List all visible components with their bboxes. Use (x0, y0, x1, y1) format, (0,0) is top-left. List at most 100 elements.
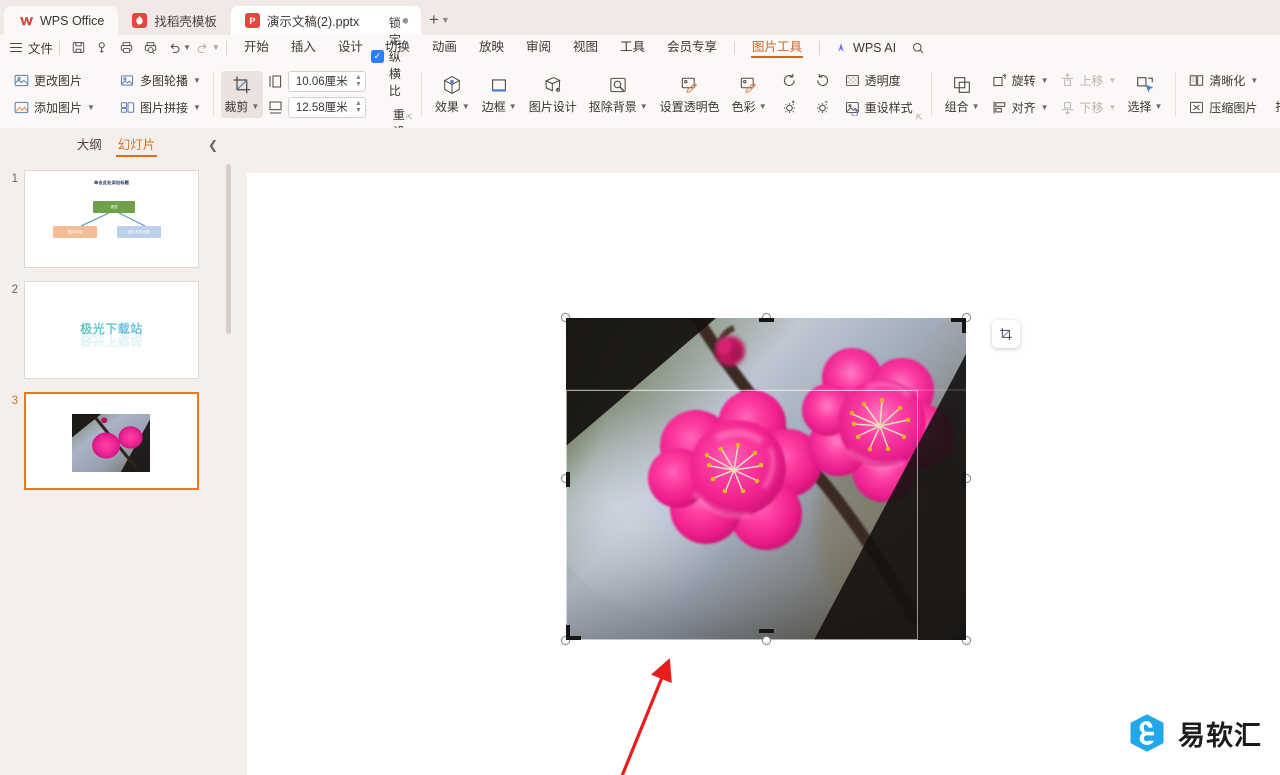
floating-crop-button[interactable] (992, 320, 1020, 348)
menu-item-view[interactable]: 视图 (562, 35, 609, 60)
chevron-left-icon[interactable]: ❮ (208, 138, 218, 152)
cloud-sync-icon[interactable] (90, 37, 114, 59)
menu-item-design[interactable]: 设计 (327, 35, 374, 60)
sharpen-button[interactable]: 清晰化 ▼ (1183, 70, 1263, 92)
effects-button[interactable]: 效果 ▼ (429, 71, 476, 118)
height-field-row: 10.06厘米 ▲ ▼ (267, 70, 366, 92)
remove-background-button[interactable]: 抠除背景 ▼ (583, 71, 654, 118)
wps-ai-button[interactable]: WPS AI (826, 41, 904, 55)
picture-stitch-button[interactable]: 图片拼接 ▼ (114, 97, 206, 119)
chevron-down-icon[interactable]: ▼ (193, 76, 201, 85)
slide-thumbnail-1[interactable]: 单击此处添加标题 类型 图片效果 图片布局设置 (24, 170, 199, 268)
slide-canvas[interactable] (247, 173, 1280, 775)
chevron-down-icon[interactable]: ▼ (193, 103, 201, 112)
change-picture-button[interactable]: 更改图片 (8, 70, 100, 92)
multi-carousel-button[interactable]: 多图轮播 ▼ (114, 70, 206, 92)
spinner-arrows[interactable]: ▲ ▼ (355, 74, 362, 88)
tab-find-docer-template[interactable]: 找稻壳模板 (118, 6, 231, 35)
align-button[interactable]: 对齐 ▼ (986, 97, 1054, 119)
chevron-down-icon[interactable]: ▼ (251, 102, 259, 111)
compress-picture-button[interactable]: 压缩图片 (1183, 97, 1263, 119)
reset-style-button[interactable]: 重设样式 (839, 97, 918, 119)
menu-item-review[interactable]: 审阅 (515, 35, 562, 60)
panel-tab-outline[interactable]: 大纲 (77, 134, 102, 156)
rotate-right-button[interactable] (776, 70, 803, 92)
slide-thumbnail-2[interactable]: 极光下载站 极光下载站 (24, 281, 199, 379)
group-dialog-launcher[interactable]: ⇱ (406, 113, 413, 122)
rotate-button[interactable]: 旋转 ▼ (986, 70, 1054, 92)
group-dialog-launcher[interactable]: ⇱ (916, 113, 923, 122)
selection-handle-bottom-center[interactable] (762, 636, 771, 645)
select-button[interactable]: 选择 ▼ (1121, 71, 1168, 118)
multi-carousel-label: 多图轮播 (139, 74, 188, 88)
slide-thumbnail-item[interactable]: 2 极光下载站 极光下载站 (0, 281, 232, 379)
wps-ai-label: WPS AI (853, 40, 897, 55)
transparency-button[interactable]: 透明度 (839, 70, 918, 92)
group-label: 组合 ▼ (944, 99, 980, 114)
watermark-text: 易软汇 (1178, 720, 1262, 752)
slide-thumbnail-3[interactable] (24, 392, 199, 490)
print-preview-icon[interactable] (138, 37, 162, 59)
remove-background-label: 抠除背景 ▼ (588, 99, 648, 114)
chevron-down-icon[interactable]: ▼ (87, 103, 95, 112)
print-icon[interactable] (114, 37, 138, 59)
menu-item-insert[interactable]: 插入 (280, 35, 327, 60)
crop-button[interactable]: 裁剪 ▼ (220, 70, 263, 118)
batch-process-button[interactable]: 批量处理 ▼ (1269, 71, 1280, 118)
menu-item-start[interactable]: 开始 (233, 35, 280, 60)
tab-label: WPS Office (40, 13, 105, 28)
menu-item-animation[interactable]: 动画 (421, 35, 468, 60)
align-label: 对齐 (1011, 101, 1036, 115)
chevron-down-icon[interactable]: ▼ (972, 102, 980, 111)
new-tab-button[interactable]: + ▼ (429, 10, 450, 30)
transparency-label: 透明度 (864, 74, 901, 88)
height-input[interactable]: 10.06厘米 ▲ ▼ (287, 70, 366, 92)
plus-icon: + (428, 10, 439, 29)
slide-thumbnail-panel[interactable]: 1 单击此处添加标题 类型 图片效果 图片布局设置 2 极光下载站 极光下载站 (0, 162, 232, 775)
scrollbar-thumb[interactable] (226, 164, 231, 334)
undo-dropdown-icon[interactable]: ▼ (183, 43, 191, 52)
picture-design-button[interactable]: 图片设计 (523, 71, 583, 118)
change-picture-label: 更改图片 (34, 74, 83, 88)
chevron-down-icon[interactable]: ▼ (1250, 76, 1258, 85)
rotate-left-button[interactable] (809, 70, 836, 92)
border-button[interactable]: 边框 ▼ (476, 71, 523, 118)
menu-item-member[interactable]: 会员专享 (656, 35, 728, 60)
ribbon-group-adjust: 设置透明色 色彩 ▼ 透明度 重设样式 ⇱ (654, 65, 924, 123)
chevron-down-icon[interactable]: ▼ (1154, 102, 1162, 111)
chevron-down-icon[interactable]: ▼ (1041, 76, 1049, 85)
chevron-down-icon[interactable]: ▼ (1041, 103, 1049, 112)
chevron-down-icon[interactable]: ▼ (462, 102, 470, 111)
slide-thumbnail-item[interactable]: 1 单击此处添加标题 类型 图片效果 图片布局设置 (0, 170, 232, 268)
brightness-up-button[interactable] (776, 97, 803, 119)
set-transparent-color-button[interactable]: 设置透明色 (654, 71, 726, 118)
redo-dropdown-icon[interactable]: ▼ (212, 43, 220, 52)
brightness-down-button[interactable] (809, 97, 836, 119)
menu-item-picture-tools[interactable]: 图片工具 (741, 35, 813, 60)
save-icon[interactable] (66, 37, 90, 59)
transparency-icon (845, 75, 859, 86)
menu-item-slideshow[interactable]: 放映 (468, 35, 515, 60)
width-input[interactable]: 12.58厘米 ▲ ▼ (287, 96, 366, 118)
wps-logo-icon (18, 13, 33, 28)
picture-design-label: 图片设计 (528, 99, 577, 114)
ribbon-group-arrange: 组合 ▼ 旋转 ▼ 对齐 ▼ 上移 ▼ 下移 ▼ 选择 ▼ (939, 65, 1169, 123)
spinner-arrows[interactable]: ▲ ▼ (355, 100, 362, 114)
tab-wps-office-home[interactable]: WPS Office (4, 6, 119, 35)
chevron-down-icon[interactable]: ▼ (509, 102, 517, 111)
slide-1-node-right: 图片布局设置 (117, 226, 161, 238)
add-picture-button[interactable]: 添加图片 ▼ (8, 97, 100, 119)
panel-scrollbar[interactable] (226, 162, 231, 775)
search-icon[interactable] (906, 37, 930, 59)
color-button[interactable]: 色彩 ▼ (726, 71, 773, 118)
group-button[interactable]: 组合 ▼ (939, 71, 986, 118)
lock-aspect-ratio-checkbox[interactable]: ✓ 锁定纵横比 (370, 14, 410, 99)
panel-tab-slides[interactable]: 幻灯片 (115, 134, 157, 157)
file-menu-button[interactable]: 文件 (10, 38, 53, 57)
chevron-down-icon[interactable]: ▼ (759, 102, 767, 111)
slide-thumbnail-item[interactable]: 3 (0, 392, 232, 490)
selected-picture-object[interactable] (561, 313, 971, 645)
chevron-down-icon[interactable]: ▼ (640, 102, 648, 111)
chevron-down-icon[interactable]: ▼ (441, 15, 450, 25)
menu-item-tools[interactable]: 工具 (609, 35, 656, 60)
